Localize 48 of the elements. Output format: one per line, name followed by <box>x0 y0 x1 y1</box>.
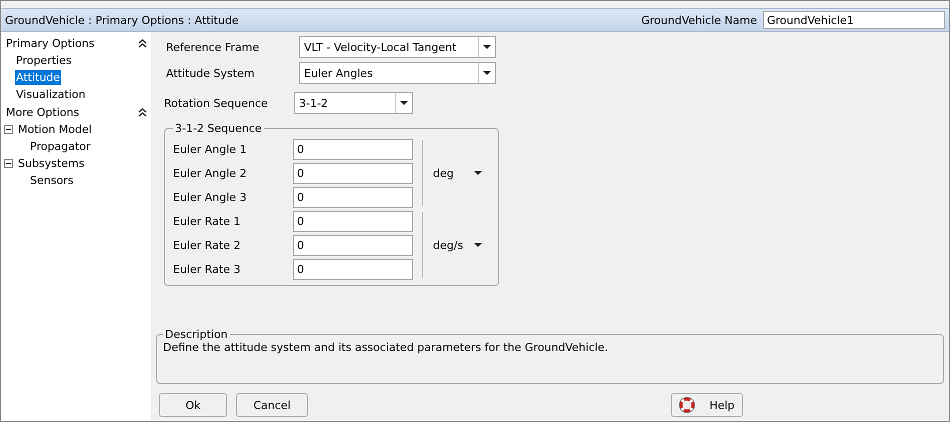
nav-item[interactable]: Properties <box>15 53 73 68</box>
field-label: Euler Rate 3 <box>173 262 242 276</box>
nav-item[interactable]: Visualization <box>15 87 86 102</box>
tree-item[interactable]: Propagator <box>29 139 92 154</box>
dropdown-arrow-icon <box>474 171 482 175</box>
section-heading[interactable]: More Options <box>6 106 80 118</box>
dropdown-arrow-icon <box>483 71 491 75</box>
name-field[interactable]: GroundVehicle1 <box>763 11 945 29</box>
field-label: Euler Angle 2 <box>173 166 248 180</box>
dropdown-arrow-icon <box>474 243 482 247</box>
name-label: GroundVehicle Name <box>641 14 757 26</box>
group-title: 3-1-2 Sequence <box>174 122 263 135</box>
section-heading[interactable]: Primary Options <box>6 36 94 50</box>
field-label: Attitude System <box>166 66 256 80</box>
collapse-box-icon[interactable] <box>4 125 13 134</box>
unit-dropdown[interactable]: deg/s <box>422 212 488 278</box>
tree-item[interactable]: Motion Model <box>17 122 93 137</box>
help-button[interactable]: Help <box>671 393 743 417</box>
dropdown-arrow-icon <box>483 45 491 49</box>
window-title: GroundVehicle : Primary Options : Attitude <box>5 14 240 26</box>
dialog-button[interactable]: Ok <box>159 393 227 417</box>
reference-frame-dropdown[interactable]: VLT - Velocity-Local Tangent <box>299 36 496 58</box>
value-field[interactable]: 0 <box>293 234 413 256</box>
tree-item[interactable]: Subsystems <box>17 156 86 171</box>
description-text: Define the attitude system and its associated parameters for the GroundVehicle. <box>163 341 610 354</box>
value-field[interactable]: 0 <box>293 162 413 184</box>
lifebuoy-icon <box>679 397 696 413</box>
field-label: Euler Angle 1 <box>173 142 248 156</box>
value-field[interactable]: 0 <box>293 186 413 208</box>
collapse-icon[interactable] <box>138 38 147 48</box>
value-field[interactable]: 0 <box>293 210 413 232</box>
attitude-system-dropdown[interactable]: Euler Angles <box>299 62 496 84</box>
group-title: Description <box>164 328 229 341</box>
unit-dropdown[interactable]: deg <box>422 140 488 206</box>
field-label: Euler Angle 3 <box>173 190 248 204</box>
field-label: Rotation Sequence <box>164 96 269 110</box>
field-label: Euler Rate 1 <box>173 214 242 228</box>
field-label: Reference Frame <box>166 40 260 54</box>
tree-item[interactable]: Sensors <box>29 173 74 188</box>
collapse-icon[interactable] <box>138 107 147 117</box>
value-field[interactable]: 0 <box>293 138 413 160</box>
value-field[interactable]: 0 <box>293 258 413 280</box>
collapse-box-icon[interactable] <box>4 159 13 168</box>
rotation-sequence-dropdown[interactable]: 3-1-2 <box>294 92 413 114</box>
dropdown-arrow-icon <box>400 101 408 105</box>
nav-item[interactable]: Attitude <box>15 70 62 85</box>
dialog-button[interactable]: Cancel <box>236 393 308 417</box>
field-label: Euler Rate 2 <box>173 238 242 252</box>
